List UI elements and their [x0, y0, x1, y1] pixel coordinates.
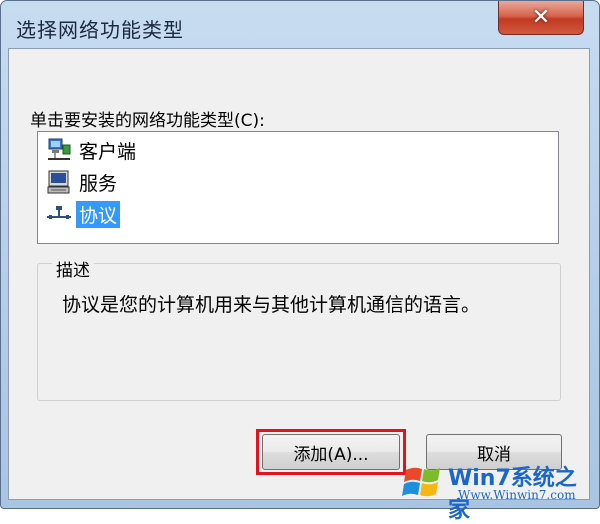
- list-item-service[interactable]: 服务: [46, 168, 120, 196]
- windows-logo-icon: [402, 460, 446, 504]
- client-network-icon: [46, 137, 72, 163]
- watermark-url: Www.Winwin7.com: [458, 488, 576, 502]
- list-item-label: 服务: [79, 172, 118, 195]
- close-button[interactable]: ✕: [498, 1, 584, 35]
- description-group: [37, 263, 561, 401]
- feature-type-list[interactable]: 客户端 服务 协议: [37, 131, 559, 244]
- title-bar[interactable]: 选择网络功能类型 ✕: [0, 0, 600, 48]
- description-text: 协议是您的计算机用来与其他计算机通信的语言。: [62, 294, 481, 316]
- window-title: 选择网络功能类型: [16, 18, 184, 42]
- close-icon: ✕: [531, 5, 551, 30]
- add-button[interactable]: 添加(A)...: [262, 434, 400, 470]
- service-computer-icon: [46, 169, 72, 195]
- list-item-protocol[interactable]: 协议: [46, 200, 121, 228]
- list-item-label: 客户端: [79, 140, 137, 163]
- list-item-label: 协议: [76, 200, 121, 228]
- list-item-client[interactable]: 客户端: [46, 136, 139, 164]
- protocol-network-icon: [46, 201, 72, 227]
- list-prompt-label: 单击要安装的网络功能类型(C):: [30, 111, 265, 131]
- description-group-title: 描述: [52, 256, 94, 281]
- watermark: Win7系统之家 Www.Winwin7.com: [400, 458, 596, 523]
